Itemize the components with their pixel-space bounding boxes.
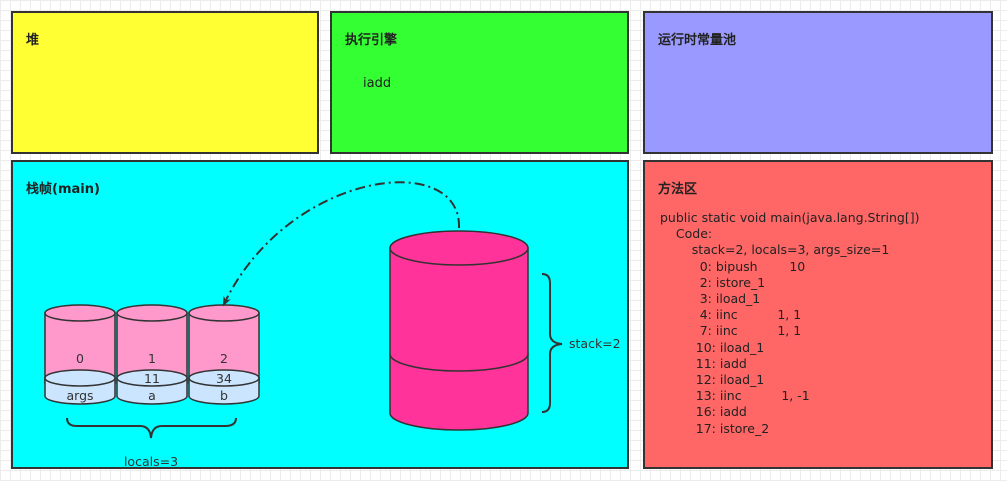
local-slot-0-top-cap	[44, 304, 116, 322]
local-slot-1-value: 11	[144, 371, 160, 386]
stack-brace	[541, 273, 563, 413]
local-slot-1-index: 1	[148, 351, 156, 366]
operand-stack-top-cap	[389, 230, 529, 266]
stack-frame-diagram: 0 args 1 11 a 2 34 b locals=3 stack=2	[44, 181, 621, 469]
operand-stack	[389, 230, 529, 431]
local-slot-0-index: 0	[76, 351, 84, 366]
local-slot-0-bottom-cap	[44, 369, 116, 387]
local-slot-1-top-cap	[116, 304, 188, 322]
locals-label: locals=3	[124, 454, 178, 469]
operand-stack-slot-top	[389, 247, 529, 372]
local-slot-2-index: 2	[220, 351, 228, 366]
local-slot-1: 1 11 a	[116, 304, 188, 405]
local-slot-2-name: b	[220, 388, 228, 403]
stack-label: stack=2	[569, 336, 621, 351]
local-slot-1-name: a	[148, 388, 156, 403]
locals-brace	[66, 417, 237, 439]
local-slot-2: 2 34 b	[188, 304, 260, 405]
local-slot-2-top-cap	[188, 304, 260, 322]
local-slot-2-value: 34	[216, 371, 232, 386]
local-slot-0: 0 args	[44, 304, 116, 405]
local-slot-0-name: args	[66, 388, 93, 403]
